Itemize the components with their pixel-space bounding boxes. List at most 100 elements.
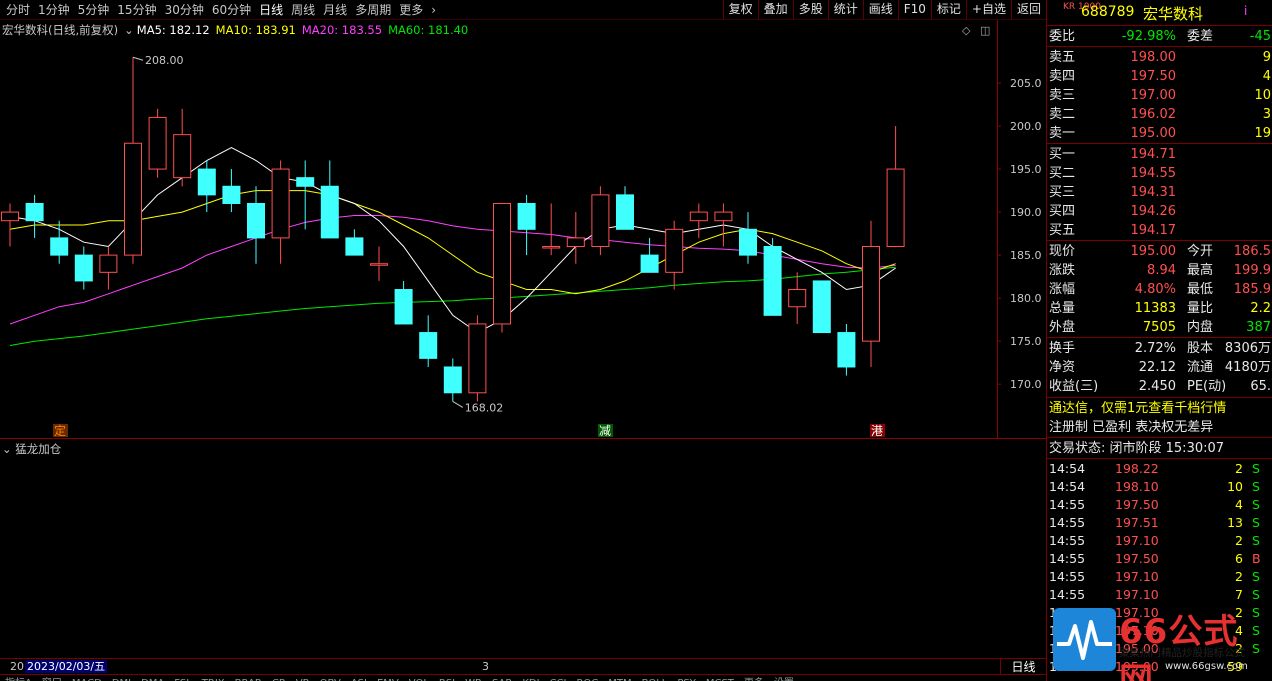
tick-volume: 4: [1235, 497, 1243, 512]
date-axis-left-label: 20: [10, 660, 24, 673]
candle-body[interactable]: [788, 289, 807, 308]
asks-price: 198.00: [1130, 50, 1177, 65]
candle-body[interactable]: [837, 332, 856, 368]
tab-3[interactable]: 15分钟: [113, 0, 160, 20]
candle-body[interactable]: [886, 168, 905, 248]
info-icon[interactable]: i: [1244, 4, 1247, 18]
tool-button-5[interactable]: F10: [897, 0, 931, 20]
event-marker-2[interactable]: 港: [871, 424, 883, 438]
candle-body[interactable]: [419, 332, 438, 359]
candle-body[interactable]: [247, 202, 265, 239]
candle-body[interactable]: [394, 289, 413, 325]
candle-body[interactable]: [763, 246, 782, 316]
more-chevron-icon[interactable]: ›: [427, 0, 440, 20]
candle-body[interactable]: [640, 254, 659, 273]
indicator-collapse-icon[interactable]: ⌄: [2, 442, 12, 456]
quote-value-2: 185.9: [1233, 282, 1271, 297]
tool-button-2[interactable]: 多股: [792, 0, 828, 20]
candle-body[interactable]: [468, 323, 487, 394]
candle-body[interactable]: [1, 211, 19, 222]
tab-10[interactable]: 更多: [395, 0, 427, 20]
tool-button-7[interactable]: +自选: [965, 0, 1011, 20]
price-tick-label: 185.0: [1010, 249, 1042, 262]
tick-price: 197.51: [1115, 515, 1159, 530]
candle-body[interactable]: [197, 168, 216, 196]
tick-volume: 13: [1227, 515, 1243, 530]
tick-time: 14:55: [1049, 497, 1086, 512]
candle-body[interactable]: [320, 185, 339, 239]
candle-body[interactable]: [566, 237, 585, 248]
tick-price: 197.50: [1115, 497, 1159, 512]
candle-body[interactable]: [591, 194, 610, 248]
candle-body[interactable]: [689, 211, 708, 222]
date-cursor: 2023/02/03/五: [25, 660, 108, 673]
tool-button-3[interactable]: 统计: [827, 0, 863, 20]
collapse-icon[interactable]: ⌄: [124, 23, 134, 37]
candle-body[interactable]: [714, 211, 733, 222]
tick-price: 198.10: [1115, 479, 1159, 494]
event-marker-0[interactable]: 定: [54, 423, 66, 438]
tick-row: 14:55 197.10 7 S: [1047, 586, 1272, 604]
candle-body[interactable]: [271, 168, 290, 239]
tab-4[interactable]: 30分钟: [161, 0, 208, 20]
quote-row-3: 总量 11383 量比 2.2: [1047, 299, 1272, 318]
tick-side: S: [1252, 497, 1260, 512]
candle-body[interactable]: [517, 202, 536, 230]
tool-button-6[interactable]: 标记: [930, 0, 966, 20]
date-axis-mid-label: 3: [482, 660, 489, 673]
candle-body[interactable]: [665, 228, 684, 273]
candle-body[interactable]: [74, 254, 93, 282]
quote-label-2: 最高: [1187, 263, 1214, 278]
tab-7[interactable]: 周线: [287, 0, 319, 20]
tick-side: S: [1252, 533, 1260, 548]
quote-value: 8.94: [1147, 263, 1176, 278]
promo-link-2[interactable]: 注册制 已盈利 表决权无差异: [1049, 418, 1272, 437]
candle-body[interactable]: [25, 202, 44, 222]
candle-body[interactable]: [443, 366, 462, 394]
asks-price: 197.00: [1130, 88, 1177, 103]
diamond-icon[interactable]: ◇: [962, 24, 971, 37]
candle-body[interactable]: [862, 246, 880, 342]
candle-body[interactable]: [50, 237, 69, 256]
quote-value: 4.80%: [1134, 282, 1176, 297]
panel-toggle-icon[interactable]: ◫: [980, 24, 990, 37]
candle-body[interactable]: [370, 263, 388, 266]
fund-value-2: 65.: [1250, 379, 1271, 394]
tool-button-4[interactable]: 画线: [862, 0, 898, 20]
candle-body[interactable]: [493, 202, 511, 325]
tick-side: S: [1252, 587, 1260, 602]
candle-body[interactable]: [812, 280, 831, 334]
fund-label: 换手: [1049, 341, 1076, 356]
period-label[interactable]: 日线: [1000, 659, 1046, 675]
tab-1[interactable]: 1分钟: [34, 0, 74, 20]
candle-body[interactable]: [739, 228, 757, 256]
tool-button-8[interactable]: 返回: [1010, 0, 1046, 20]
tool-button-0[interactable]: 复权: [722, 0, 758, 20]
tab-5[interactable]: 60分钟: [208, 0, 255, 20]
candle-body[interactable]: [542, 246, 561, 249]
bids-row-1: 买二 194.55: [1047, 164, 1272, 183]
price-tick-label: 180.0: [1010, 292, 1042, 305]
tool-button-1[interactable]: 叠加: [757, 0, 793, 20]
fund-row-1: 净资 22.12 流通 4180万: [1047, 358, 1272, 377]
candle-body[interactable]: [124, 142, 142, 256]
event-marker-1[interactable]: 减: [599, 424, 611, 438]
candle-body[interactable]: [296, 177, 315, 187]
promo-link-1[interactable]: 通达信，仅需1元查看千档行情: [1049, 399, 1272, 418]
candle-body[interactable]: [148, 116, 167, 170]
candle-body[interactable]: [99, 254, 118, 273]
weibi-value: -92.98%: [1121, 29, 1176, 44]
candle-body[interactable]: [345, 237, 364, 256]
tab-8[interactable]: 月线: [319, 0, 351, 20]
candle-body[interactable]: [616, 194, 634, 230]
tab-6[interactable]: 日线: [255, 0, 287, 20]
candle-body[interactable]: [173, 134, 192, 179]
candle-body[interactable]: [222, 185, 241, 204]
tab-9[interactable]: 多周期: [351, 0, 395, 20]
indicator-tabs: 指标A窗口MACDDMIDMAFSLTRIXBRARCRVROBVASIEMVV…: [0, 674, 1046, 681]
tab-2[interactable]: 5分钟: [74, 0, 114, 20]
tick-row: 14:55 197.50 4 S: [1047, 496, 1272, 514]
tab-0[interactable]: 分时: [2, 0, 34, 20]
candlestick-chart[interactable]: ◇ ◫ 170.0 175.0 180.0 185.0 190.0 195.0 200.0 205…: [0, 20, 1046, 439]
bids-price: 194.71: [1130, 147, 1177, 162]
